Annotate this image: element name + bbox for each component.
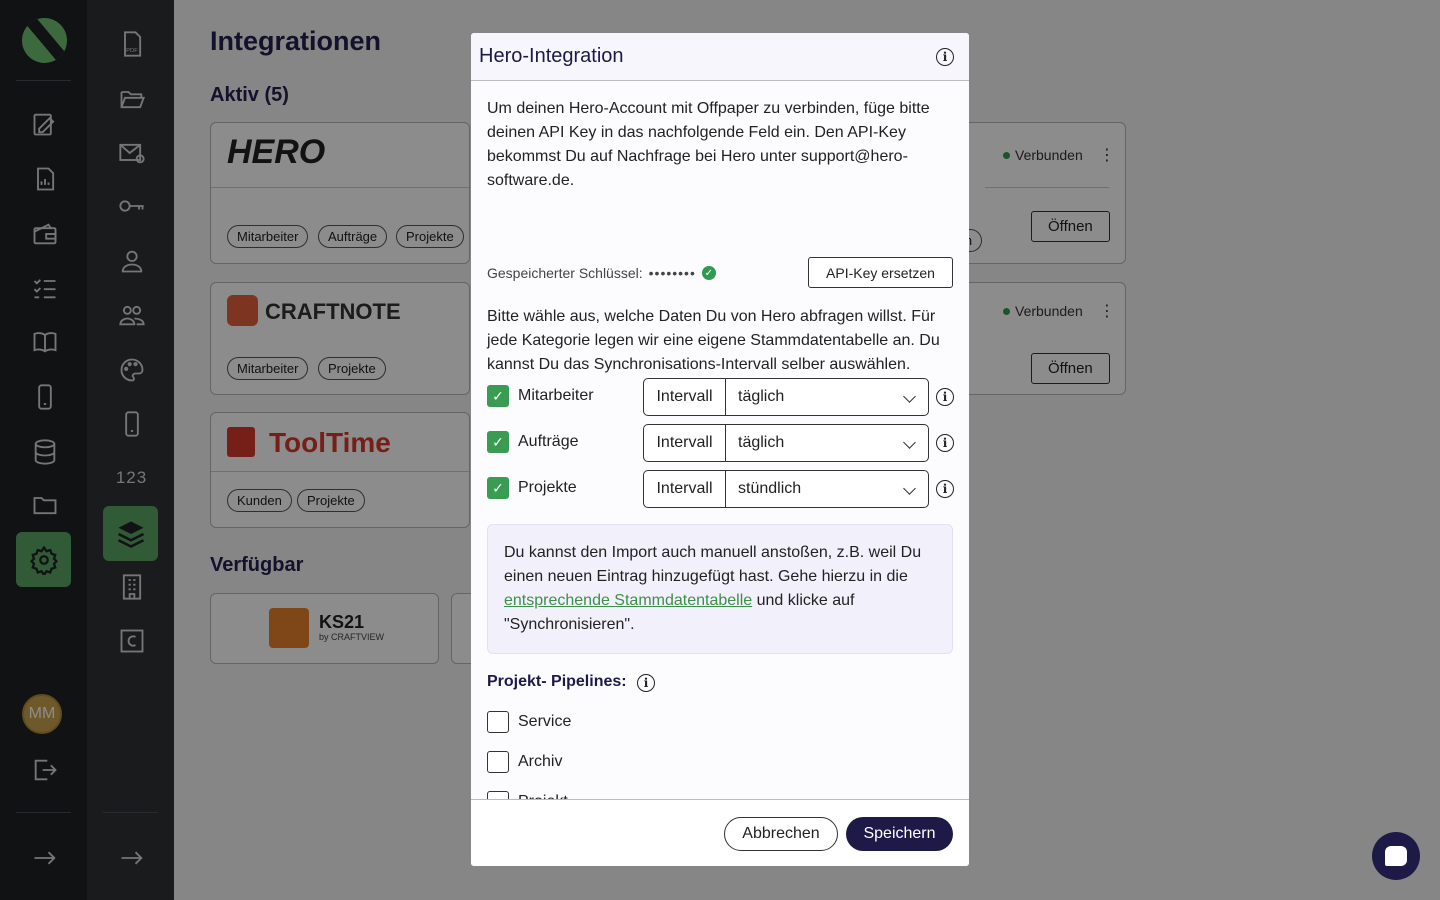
note-text: Du kannst den Import auch manuell anstoß… [504,544,922,585]
chat-widget-button[interactable] [1372,832,1420,880]
category-label: Projekte [518,479,577,496]
info-icon[interactable]: i [936,388,954,406]
pipelines-title: Projekt- Pipelines: [487,673,627,690]
interval-select-mitarbeiter[interactable]: Intervall täglich [643,378,929,416]
intro-text: Um deinen Hero-Account mit Offpaper zu v… [487,100,930,189]
saved-key-label: Gespeicherter Schlüssel: [487,265,643,281]
dialog-footer: Abbrechen Speichern [471,799,969,866]
cancel-button[interactable]: Abbrechen [724,817,838,851]
check-circle-icon: ✓ [701,266,716,280]
hero-integration-dialog: Hero-Integration i Um deinen Hero-Accoun… [471,33,969,866]
saved-key-mask: •••••••• [648,265,696,281]
chevron-down-icon [903,482,916,495]
master-data-table-link[interactable]: entsprechende Stammdatentabelle [504,592,752,609]
interval-value[interactable]: stündlich [726,471,928,507]
interval-prefix: Intervall [644,471,726,507]
info-icon[interactable]: i [936,434,954,452]
info-icon[interactable]: i [637,674,655,692]
checkbox-auftraege[interactable]: ✓ [487,431,509,453]
checkbox-archiv[interactable] [487,751,509,773]
dialog-body: Um deinen Hero-Account mit Offpaper zu v… [471,81,969,813]
replace-api-key-button[interactable]: API-Key ersetzen [808,257,953,288]
save-button[interactable]: Speichern [846,817,953,851]
manual-import-note: Du kannst den Import auch manuell anstoß… [487,524,953,654]
pipeline-label: Service [518,713,572,730]
interval-select-auftraege[interactable]: Intervall täglich [643,424,929,462]
interval-value[interactable]: täglich [726,425,928,461]
checkbox-service[interactable] [487,711,509,733]
interval-select-projekte[interactable]: Intervall stündlich [643,470,929,508]
interval-value[interactable]: täglich [726,379,928,415]
category-label: Mitarbeiter [518,387,594,404]
select-intro-text: Bitte wähle aus, welche Daten Du von Her… [487,308,940,373]
dialog-title: Hero-Integration [479,45,624,67]
pipeline-label: Archiv [518,753,563,770]
info-icon[interactable]: i [936,48,954,66]
checkbox-projekte[interactable]: ✓ [487,477,509,499]
interval-prefix: Intervall [644,379,726,415]
saved-key-row: Gespeicherter Schlüssel: •••••••• ✓ [487,265,716,281]
chat-bubble-icon [1385,846,1407,866]
info-icon[interactable]: i [936,480,954,498]
checkbox-mitarbeiter[interactable]: ✓ [487,385,509,407]
interval-prefix: Intervall [644,425,726,461]
chevron-down-icon [903,390,916,403]
dialog-header: Hero-Integration i [471,33,969,81]
chevron-down-icon [903,436,916,449]
category-label: Aufträge [518,433,579,450]
